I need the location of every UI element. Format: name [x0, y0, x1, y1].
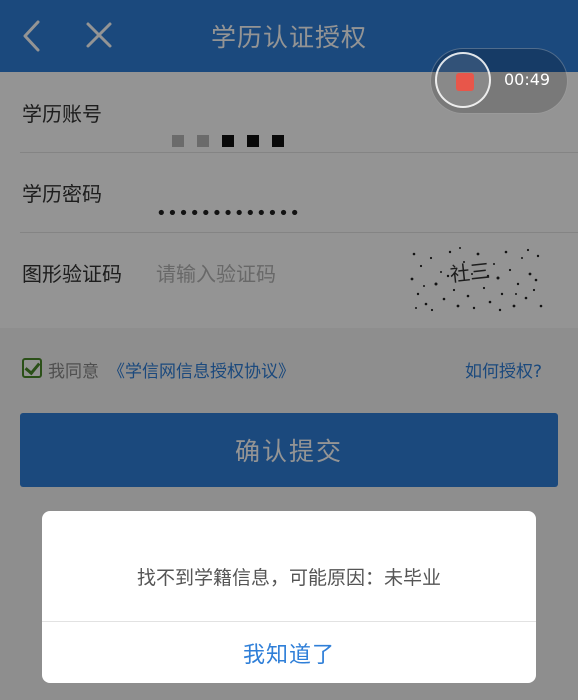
stop-icon [456, 73, 474, 91]
recording-time: 00:49 [504, 70, 551, 89]
dialog-message: 找不到学籍信息，可能原因：未毕业 [136, 567, 441, 589]
stop-recording-button[interactable] [435, 52, 491, 108]
dialog-ok-button[interactable]: 我知道了 [42, 622, 536, 683]
alert-dialog: 找不到学籍信息，可能原因：未毕业 我知道了 [42, 511, 536, 683]
screen-recording-indicator[interactable]: 00:49 [430, 48, 568, 114]
